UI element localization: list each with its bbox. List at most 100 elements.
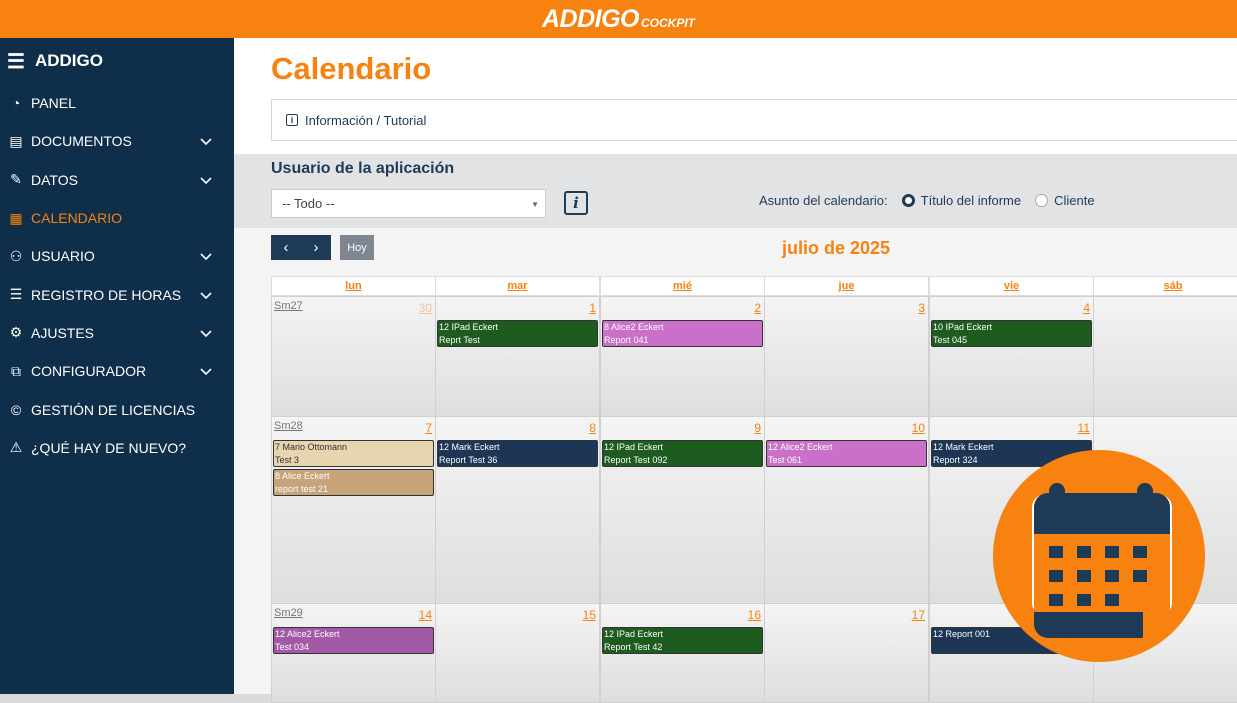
event-subtitle: Report 041 — [604, 335, 649, 345]
day-number[interactable]: 30 — [419, 301, 432, 315]
chevron-down-icon[interactable] — [200, 133, 212, 149]
calendar-event[interactable]: 12 IPad Eckert Reprt Test — [437, 320, 598, 347]
month-title: julio de 2025 — [782, 238, 891, 258]
sidebar-item-datos[interactable]: ✎ DATOS — [0, 161, 234, 199]
day-cell[interactable]: 2 — [600, 296, 765, 417]
sidebar-item-qu-hay-de-nuevo[interactable]: ⚠ ¿QUÉ HAY DE NUEVO? — [0, 429, 234, 467]
day-number[interactable]: 7 — [425, 421, 432, 435]
day-header-3[interactable]: jue — [764, 276, 929, 296]
copyright-icon: © — [10, 401, 22, 418]
sidebar-item-configurador[interactable]: ⧉ CONFIGURADOR — [0, 352, 234, 390]
brand-sub: COCKPIT — [641, 16, 695, 30]
day-cell[interactable]: Sm27 30 — [271, 296, 436, 417]
edit-data-icon: ✎ — [10, 171, 22, 188]
calendar-event[interactable]: 12 IPad Eckert Report Test 42 — [602, 627, 763, 654]
sidebar-item-label: GESTIÓN DE LICENCIAS — [31, 401, 196, 418]
event-title: 12 IPad Eckert — [604, 442, 664, 452]
day-number[interactable]: 3 — [918, 301, 925, 315]
user-filter-label: Usuario de la aplicación — [271, 160, 455, 177]
chevron-down-icon[interactable] — [200, 248, 212, 264]
day-number[interactable]: 15 — [583, 608, 596, 622]
event-title: 12 Alice2 Eckert — [768, 442, 833, 452]
day-number[interactable]: 11 — [1078, 421, 1090, 435]
calendar-event[interactable]: 8 Alice Eckert report test 21 — [273, 469, 434, 496]
radio-client-label[interactable]: Cliente — [1054, 193, 1094, 208]
calendar-event[interactable]: 12 Alice2 Eckert Test 061 — [766, 440, 927, 467]
title-area: Calendario i Información / Tutorial — [234, 38, 1237, 154]
chevron-down-icon[interactable] — [200, 363, 212, 379]
day-cell[interactable]: 1 — [435, 296, 600, 417]
calendar-icon: ▦ — [9, 209, 23, 226]
info-icon: i — [286, 114, 298, 126]
day-number[interactable]: 8 — [589, 421, 596, 435]
day-number[interactable]: 9 — [754, 421, 761, 435]
day-header-4[interactable]: vie — [929, 276, 1094, 296]
event-subtitle: Test 3 — [275, 455, 300, 465]
info-button[interactable]: i — [564, 191, 588, 215]
subject-options: Asunto del calendario: Título del inform… — [759, 193, 1095, 208]
prev-month-button[interactable]: ‹ — [271, 235, 301, 260]
week-number[interactable]: Sm27 — [274, 300, 303, 312]
day-cell[interactable]: 17 — [764, 603, 929, 703]
event-title: 8 Alice2 Eckert — [604, 322, 664, 332]
top-bar: ADDIGO COCKPIT — [0, 0, 1237, 38]
calendar-event[interactable]: 12 Alice2 Eckert Test 034 — [273, 627, 434, 654]
calendar-icon — [1032, 483, 1172, 638]
next-month-button[interactable]: › — [301, 235, 331, 260]
sidebar-header: ☰ ADDIGO — [0, 38, 234, 84]
chevron-down-icon[interactable] — [200, 287, 212, 303]
day-number[interactable]: 1 — [589, 301, 596, 315]
day-number[interactable]: 17 — [912, 608, 925, 622]
page-title: Calendario — [271, 51, 432, 86]
day-number[interactable]: 4 — [1083, 301, 1090, 315]
sidebar-item-panel[interactable]: ◔ PANEL — [0, 84, 234, 122]
week-number[interactable]: Sm29 — [274, 607, 303, 619]
sidebar-item-label: REGISTRO DE HORAS — [31, 286, 182, 303]
calendar-event[interactable]: 8 Alice2 Eckert Report 041 — [602, 320, 763, 347]
day-number[interactable]: 16 — [748, 608, 761, 622]
event-subtitle: Test 045 — [933, 335, 968, 345]
day-cell[interactable]: 15 — [435, 603, 600, 703]
event-subtitle: Report Test 092 — [604, 455, 668, 465]
sidebar-item-documentos[interactable]: ▤ DOCUMENTOS — [0, 122, 234, 160]
sidebar-item-gesti-n-de-licencias[interactable]: © GESTIÓN DE LICENCIAS — [0, 390, 234, 428]
event-subtitle: Reprt Test — [439, 335, 480, 345]
event-title: 12 IPad Eckert — [604, 629, 664, 639]
sidebar-item-label: PANEL — [31, 95, 76, 112]
week-number[interactable]: Sm28 — [274, 420, 303, 432]
today-button[interactable]: Hoy — [340, 235, 374, 260]
event-subtitle: Test 034 — [275, 642, 310, 652]
day-header-2[interactable]: mié — [600, 276, 765, 296]
chevron-down-icon[interactable] — [200, 172, 212, 188]
day-number[interactable]: 14 — [419, 608, 432, 622]
radio-client[interactable] — [1035, 194, 1049, 207]
sidebar-item-registro-de-horas[interactable]: ☰ REGISTRO DE HORAS — [0, 275, 234, 313]
calendar-event[interactable]: 12 Mark Eckert Report Test 36 — [437, 440, 598, 467]
chevron-down-icon[interactable] — [200, 325, 212, 341]
day-number[interactable]: 10 — [912, 421, 925, 435]
day-cell[interactable]: 4 — [929, 296, 1094, 417]
gauge-icon: ◔ — [11, 95, 21, 112]
user-select[interactable]: -- Todo -- ▼ — [271, 189, 546, 218]
sidebar-item-label: DOCUMENTOS — [31, 133, 132, 150]
day-header-0[interactable]: lun — [271, 276, 436, 296]
list-icon: ☰ — [9, 286, 23, 303]
event-title: 10 IPad Eckert — [933, 322, 993, 332]
event-subtitle: report test 21 — [275, 484, 329, 494]
calendar-event[interactable]: 7 Mario Ottomann Test 3 — [273, 440, 434, 467]
day-cell[interactable]: 3 — [764, 296, 929, 417]
sidebar-item-ajustes[interactable]: ⚙ AJUSTES — [0, 314, 234, 352]
radio-report-title[interactable] — [901, 194, 915, 207]
day-header-5[interactable]: sáb — [1093, 276, 1237, 296]
sidebar-item-usuario[interactable]: ⚇ USUARIO — [0, 237, 234, 275]
hamburger-menu-icon[interactable]: ☰ — [7, 49, 25, 74]
radio-report-title-label[interactable]: Título del informe — [921, 193, 1021, 208]
day-cell[interactable] — [1093, 296, 1237, 417]
info-tutorial-link[interactable]: i Información / Tutorial — [271, 99, 1237, 141]
calendar-event[interactable]: 10 IPad Eckert Test 045 — [931, 320, 1092, 347]
day-header-1[interactable]: mar — [435, 276, 600, 296]
day-number[interactable]: 2 — [754, 301, 761, 315]
sitemap-icon: ⧉ — [11, 362, 21, 379]
sidebar-item-calendario[interactable]: ▦ CALENDARIO — [0, 199, 234, 237]
calendar-event[interactable]: 12 IPad Eckert Report Test 092 — [602, 440, 763, 467]
